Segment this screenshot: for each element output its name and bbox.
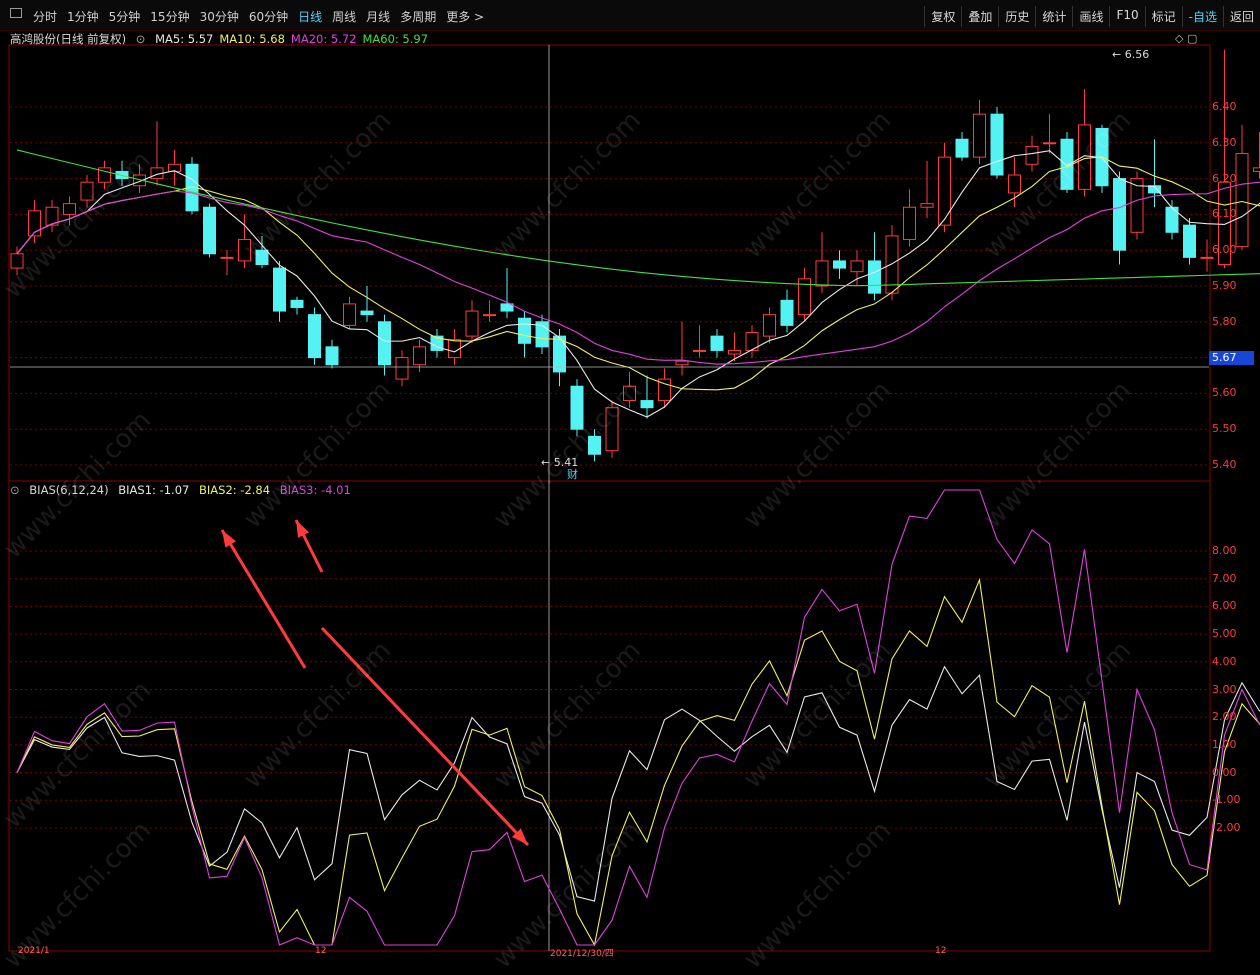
main-y-tick: 6.30 [1212, 136, 1237, 149]
main-y-tick: 5.40 [1212, 458, 1237, 471]
main-y-tick: 6.20 [1212, 172, 1237, 185]
candle-up [851, 261, 863, 272]
candle-down [869, 261, 881, 293]
candle-up [974, 114, 986, 157]
candle-down [834, 261, 846, 268]
bias-y-tick: 7.00 [1212, 572, 1237, 585]
candle-down [361, 311, 373, 315]
arrow-up-small-head [296, 520, 309, 538]
candle-up [1131, 179, 1143, 233]
candle-up [414, 347, 426, 365]
ma5-line [17, 151, 1260, 417]
candle-up [694, 350, 706, 351]
main-y-tick: 5.50 [1212, 422, 1237, 435]
bias-y-tick: 0.00 [1212, 766, 1237, 779]
ma10-line [17, 157, 1260, 390]
candle-down [956, 139, 968, 157]
candle-up [1026, 146, 1038, 164]
candle-up [1201, 257, 1213, 258]
candle-down [326, 347, 338, 365]
main-y-tick: 6.00 [1212, 243, 1237, 256]
candle-down [991, 114, 1003, 175]
bias-y-tick: 4.00 [1212, 655, 1237, 668]
candle-up [1009, 175, 1021, 193]
main-y-tick: 5.60 [1212, 386, 1237, 399]
date-label: 2021/12/30/四 [550, 946, 614, 959]
candle-down [291, 300, 303, 307]
main-y-tick: 5.80 [1212, 315, 1237, 328]
candle-up [466, 311, 478, 336]
candle-up [764, 315, 776, 336]
candle-down [1184, 225, 1196, 257]
candle-up [816, 261, 828, 286]
high-marker: ← 6.56 [1112, 48, 1149, 61]
candle-down [519, 318, 531, 343]
candle-down [641, 401, 653, 408]
main-y-tick: 6.40 [1212, 100, 1237, 113]
bias-y-tick: -2.00 [1212, 821, 1240, 834]
date-label: 12 [935, 946, 946, 956]
date-strip: 2021/1122021/12/30/四12 [0, 949, 1260, 957]
bias-y-tick: 1.00 [1212, 738, 1237, 751]
candle-up [729, 350, 741, 354]
candle-down [309, 315, 321, 358]
arrow-up-left-head [222, 530, 236, 548]
main-y-tick: 5.90 [1212, 279, 1237, 292]
date-label: 12 [315, 946, 326, 956]
bias2-line [17, 580, 1260, 945]
candle-up [1044, 143, 1056, 144]
candle-up [1236, 154, 1248, 247]
bias-y-tick: 2.00 [1212, 710, 1237, 723]
candle-down [711, 336, 723, 350]
main-y-tick: 6.10 [1212, 207, 1237, 220]
bias-frame [9, 481, 1210, 951]
bias-y-tick: 8.00 [1212, 544, 1237, 557]
bias-y-tick: -1.00 [1212, 793, 1240, 806]
candle-up [939, 157, 951, 225]
candle-up [1254, 168, 1260, 172]
candle-down [274, 268, 286, 311]
candle-up [344, 304, 356, 325]
candle-down [204, 207, 216, 254]
candle-down [379, 322, 391, 365]
candle-up [484, 315, 496, 316]
arrow-up-left-shaft [222, 530, 305, 668]
candle-up [676, 361, 688, 365]
candle-up [396, 358, 408, 379]
candle-down [781, 300, 793, 325]
candle-up [221, 257, 233, 258]
current-price-tag: 5.67 [1209, 351, 1254, 365]
bias-y-tick: 3.00 [1212, 683, 1237, 696]
candle-up [904, 207, 916, 239]
candle-down [1114, 179, 1126, 251]
bias-y-tick: 5.00 [1212, 627, 1237, 640]
bias-y-tick: 6.00 [1212, 599, 1237, 612]
candle-up [921, 204, 933, 208]
